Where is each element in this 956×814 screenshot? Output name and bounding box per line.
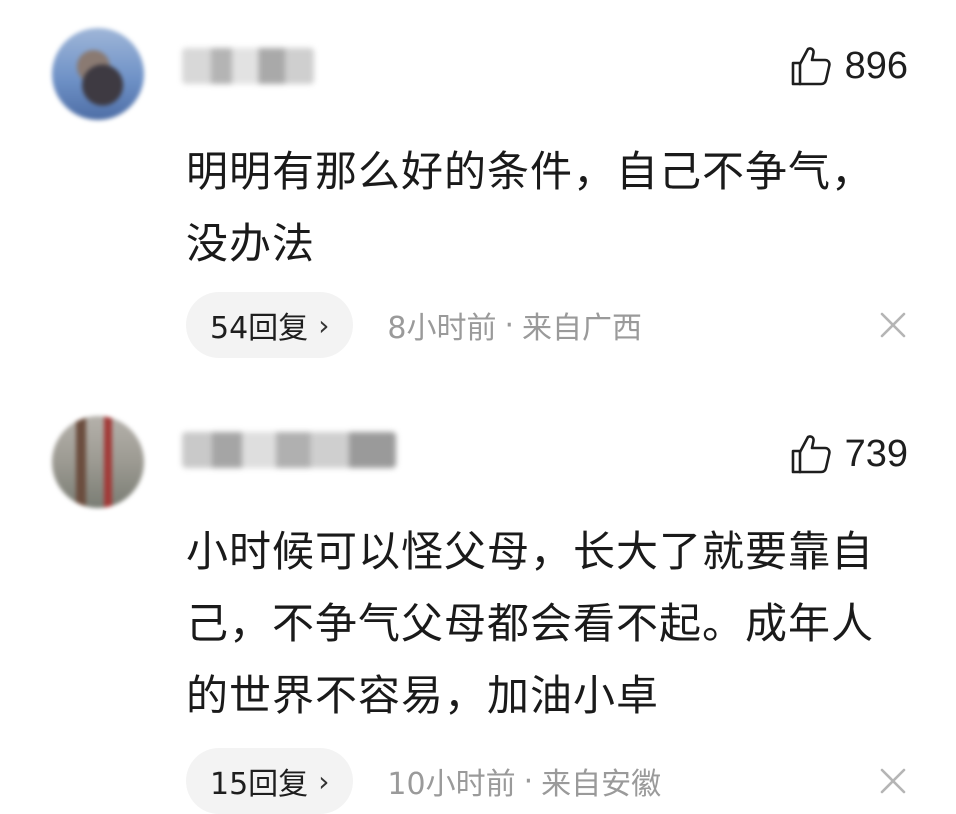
username-blurred[interactable]: [182, 48, 314, 84]
thumbs-up-icon: [791, 435, 831, 474]
replies-count: 15回复: [210, 767, 309, 802]
replies-count: 54回复: [210, 311, 309, 346]
user-avatar[interactable]: [52, 28, 144, 120]
username-blurred[interactable]: [182, 432, 396, 468]
meta-separator: ·: [523, 763, 534, 799]
comment-time: 10小时前: [387, 767, 516, 802]
like-count: 896: [844, 45, 908, 87]
comment-meta: 54回复 › 8小时前 · 来自广西: [186, 292, 908, 358]
comment-meta: 15回复 › 10小时前 · 来自安徽: [186, 748, 908, 814]
replies-button[interactable]: 54回复 ›: [186, 292, 354, 358]
like-button[interactable]: 739: [789, 432, 908, 476]
comment-location: 来自安徽: [541, 767, 662, 802]
like-count: 739: [844, 433, 908, 475]
user-avatar[interactable]: [52, 416, 144, 508]
comment-location: 来自广西: [522, 311, 643, 346]
replies-button[interactable]: 15回复 ›: [186, 748, 354, 814]
comment-text: 明明有那么好的条件，自己不争气，没办法: [186, 147, 875, 268]
close-icon[interactable]: [878, 310, 908, 340]
chevron-right-icon: ›: [318, 308, 330, 342]
chevron-right-icon: ›: [318, 764, 330, 798]
like-button[interactable]: 896: [789, 44, 908, 88]
meta-separator: ·: [504, 307, 515, 343]
thumbs-up-icon: [791, 47, 831, 86]
close-icon[interactable]: [878, 766, 908, 796]
comment-text: 小时候可以怪父母，长大了就要靠自己，不争气父母都会看不起。成年人的世界不容易，加…: [186, 527, 875, 720]
comment-time: 8小时前: [387, 311, 497, 346]
